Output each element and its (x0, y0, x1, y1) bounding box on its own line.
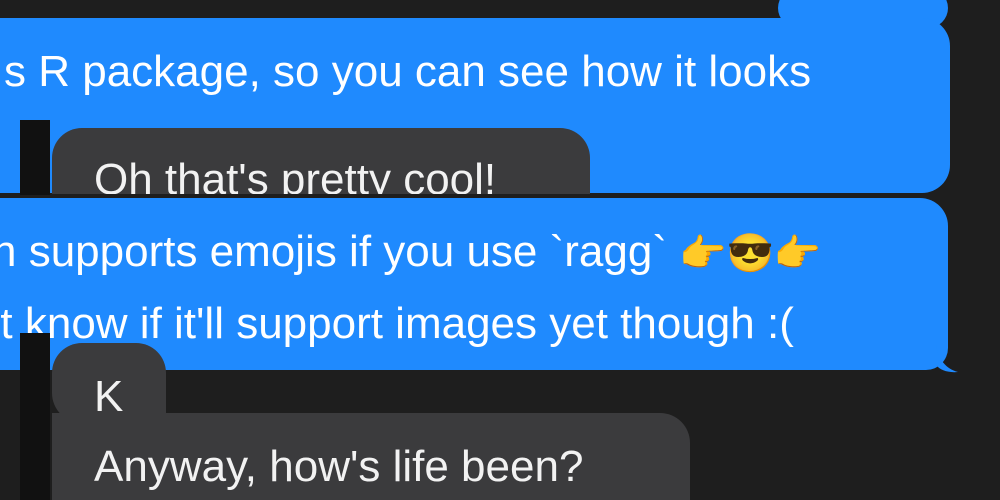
message-line-1: n supports emojis if you use `ragg` 👉😎👉 (0, 230, 948, 282)
message-line-2: 't know if it'll support images yet thou… (0, 302, 948, 346)
received-message-bubble[interactable]: Oh that's pretty cool! (52, 128, 590, 194)
message-thread: s R package, so you can see how it looks… (0, 0, 1000, 500)
message-text: Oh that's pretty cool! (94, 155, 497, 195)
avatar-stub (20, 120, 50, 195)
received-message-bubble[interactable]: Anyway, how's life been? (52, 413, 690, 500)
message-text: Anyway, how's life been? (94, 442, 584, 491)
message-text: 't know if it'll support images yet thou… (0, 299, 794, 348)
sunglasses-face-icon: 😎 (726, 233, 774, 276)
finger-point-icon: 👉 (679, 233, 727, 276)
finger-point-icon: 👉 (773, 233, 822, 276)
message-text: s R package, so you can see how it looks (4, 47, 812, 96)
avatar-stub (20, 333, 50, 500)
received-message-bubble-short[interactable]: K (52, 343, 166, 423)
message-text: n supports emojis if you use `ragg` (0, 227, 667, 276)
sent-tail-icon (936, 345, 958, 373)
